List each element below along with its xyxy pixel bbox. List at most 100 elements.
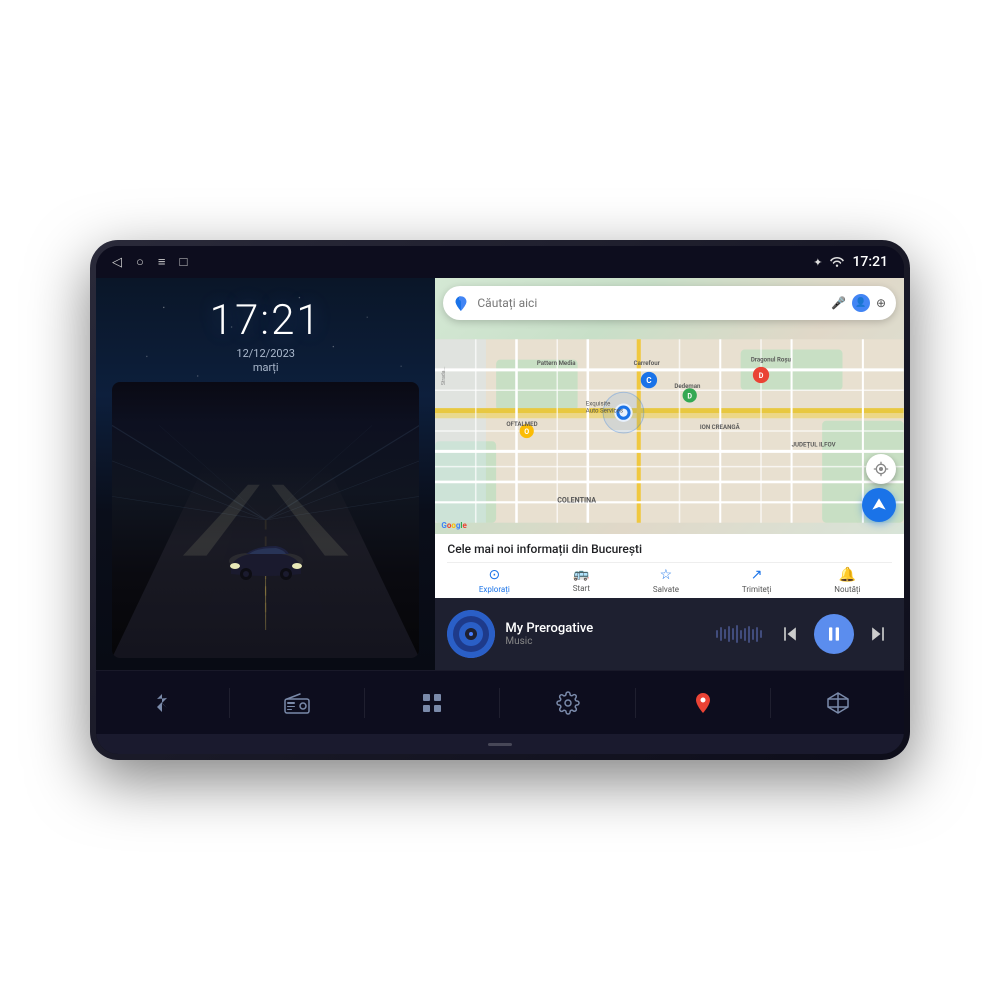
dock-radio[interactable] xyxy=(273,679,321,727)
swipe-handle xyxy=(488,743,512,746)
album-art xyxy=(447,610,495,658)
status-bar: ◁ ○ ≡ □ ✦ 17:21 xyxy=(96,246,904,278)
svg-text:Auto Services: Auto Services xyxy=(586,408,623,415)
wave-bar xyxy=(760,630,762,638)
nav-home-button[interactable]: ○ xyxy=(136,254,144,270)
wave-bar xyxy=(716,630,718,638)
map-navigate-button[interactable] xyxy=(862,488,896,522)
tab-salvate[interactable]: ☆ Salvate xyxy=(653,567,679,594)
main-content: 17:21 12/12/2023 marți xyxy=(96,278,904,670)
status-indicators: ✦ 17:21 xyxy=(813,254,888,270)
tab-start[interactable]: 🚌 Start xyxy=(573,567,590,594)
svg-text:Exquisite: Exquisite xyxy=(586,401,611,408)
info-bar: Cele mai noi informații din București ⊙ … xyxy=(435,534,904,598)
bluetooth-icon: ✦ xyxy=(813,256,822,269)
dock-settings[interactable] xyxy=(544,679,592,727)
svg-text:C: C xyxy=(647,375,653,385)
headlight-beams xyxy=(112,465,419,575)
bottom-dock xyxy=(96,670,904,734)
svg-text:OFTALMED: OFTALMED xyxy=(507,421,538,428)
music-info: My Prerogative Music xyxy=(505,621,706,647)
skip-forward-icon xyxy=(868,624,888,644)
next-track-button[interactable] xyxy=(864,620,892,648)
map-search-bar[interactable]: Căutați aici 🎤 👤 ⊕ xyxy=(443,286,896,320)
map-area[interactable]: C D D O xyxy=(435,278,904,534)
wave-bar xyxy=(748,626,750,643)
wave-bar xyxy=(740,630,742,639)
more-options-icon[interactable]: ⊕ xyxy=(876,296,886,310)
svg-text:D: D xyxy=(759,371,764,380)
skip-back-icon xyxy=(780,624,800,644)
transit-icon: 🚌 xyxy=(573,567,589,582)
info-title-text: Cele mai noi informații din București xyxy=(447,542,892,556)
nav-buttons: ◁ ○ ≡ □ xyxy=(112,254,187,270)
dock-divider-3 xyxy=(499,688,500,718)
nav-back-button[interactable]: ◁ xyxy=(112,255,122,270)
wave-bar xyxy=(756,627,758,642)
svg-text:Dedeman: Dedeman xyxy=(675,383,702,390)
previous-track-button[interactable] xyxy=(776,620,804,648)
wave-bar xyxy=(728,626,730,642)
wave-bar xyxy=(752,629,754,640)
lock-screen-date: 12/12/2023 xyxy=(236,347,295,360)
tab-trimiteți[interactable]: ↗ Trimiteți xyxy=(742,567,772,594)
bluetooth-icon xyxy=(150,691,174,715)
target-icon xyxy=(873,461,889,477)
svg-text:D: D xyxy=(688,391,693,400)
music-title: My Prerogative xyxy=(505,621,706,636)
music-subtitle: Music xyxy=(505,636,706,647)
swipe-indicator[interactable] xyxy=(96,734,904,754)
map-roads-svg: C D D O xyxy=(435,328,904,534)
dock-maps[interactable] xyxy=(679,679,727,727)
svg-text:ION CREANGĂ: ION CREANGĂ xyxy=(700,423,741,431)
svg-text:Dragonul Roșu: Dragonul Roșu xyxy=(751,357,792,364)
search-placeholder-text: Căutați aici xyxy=(477,296,823,310)
start-label: Start xyxy=(573,584,590,593)
music-controls xyxy=(776,614,892,654)
tab-noutăți[interactable]: 🔔 Noutăți xyxy=(834,567,860,594)
svg-text:JUDEȚUL ILFOV: JUDEȚUL ILFOV xyxy=(792,441,836,448)
svg-text:Strada...: Strada... xyxy=(442,366,448,385)
tab-explorați[interactable]: ⊙ Explorați xyxy=(479,567,510,594)
device-screen: ◁ ○ ≡ □ ✦ 17:21 xyxy=(96,246,904,754)
search-right-icons: 🎤 👤 ⊕ xyxy=(831,294,886,312)
dock-divider xyxy=(229,688,230,718)
explore-label: Explorați xyxy=(479,585,510,594)
wave-bar xyxy=(724,629,726,639)
status-time: 17:21 xyxy=(852,254,888,270)
dock-divider-2 xyxy=(364,688,365,718)
settings-gear-icon xyxy=(556,691,580,715)
play-pause-button[interactable] xyxy=(814,614,854,654)
lock-screen-panel: 17:21 12/12/2023 marți xyxy=(96,278,435,670)
lock-screen-time: 17:21 xyxy=(210,296,322,345)
dock-divider-4 xyxy=(635,688,636,718)
pause-icon xyxy=(824,624,844,644)
news-label: Noutăți xyxy=(834,585,860,594)
wave-bar xyxy=(720,627,722,641)
dock-extra[interactable] xyxy=(814,679,862,727)
dock-divider-5 xyxy=(770,688,771,718)
share-label: Trimiteți xyxy=(742,585,772,594)
dock-bluetooth[interactable] xyxy=(138,679,186,727)
svg-text:Pattern Media: Pattern Media xyxy=(537,360,576,367)
google-logo: Google xyxy=(441,521,467,530)
share-icon: ↗ xyxy=(751,567,763,583)
album-art-visual xyxy=(447,610,495,658)
news-icon: 🔔 xyxy=(839,567,856,583)
wave-bar xyxy=(732,628,734,640)
car-scene xyxy=(112,382,419,658)
wave-bar xyxy=(736,625,738,643)
nav-screenshot-button[interactable]: □ xyxy=(179,254,187,270)
microphone-icon[interactable]: 🎤 xyxy=(831,296,846,310)
saved-icon: ☆ xyxy=(660,567,673,583)
svg-text:Carrefour: Carrefour xyxy=(634,360,661,367)
nav-menu-button[interactable]: ≡ xyxy=(158,254,166,270)
dock-apps[interactable] xyxy=(408,679,456,727)
map-location-button[interactable] xyxy=(866,454,896,484)
maps-logo-icon xyxy=(453,295,469,311)
device-frame: ◁ ○ ≡ □ ✦ 17:21 xyxy=(90,240,910,760)
profile-icon[interactable]: 👤 xyxy=(852,294,870,312)
svg-text:O: O xyxy=(525,427,530,436)
android-auto-panel: C D D O xyxy=(435,278,904,670)
radio-icon xyxy=(284,692,310,714)
